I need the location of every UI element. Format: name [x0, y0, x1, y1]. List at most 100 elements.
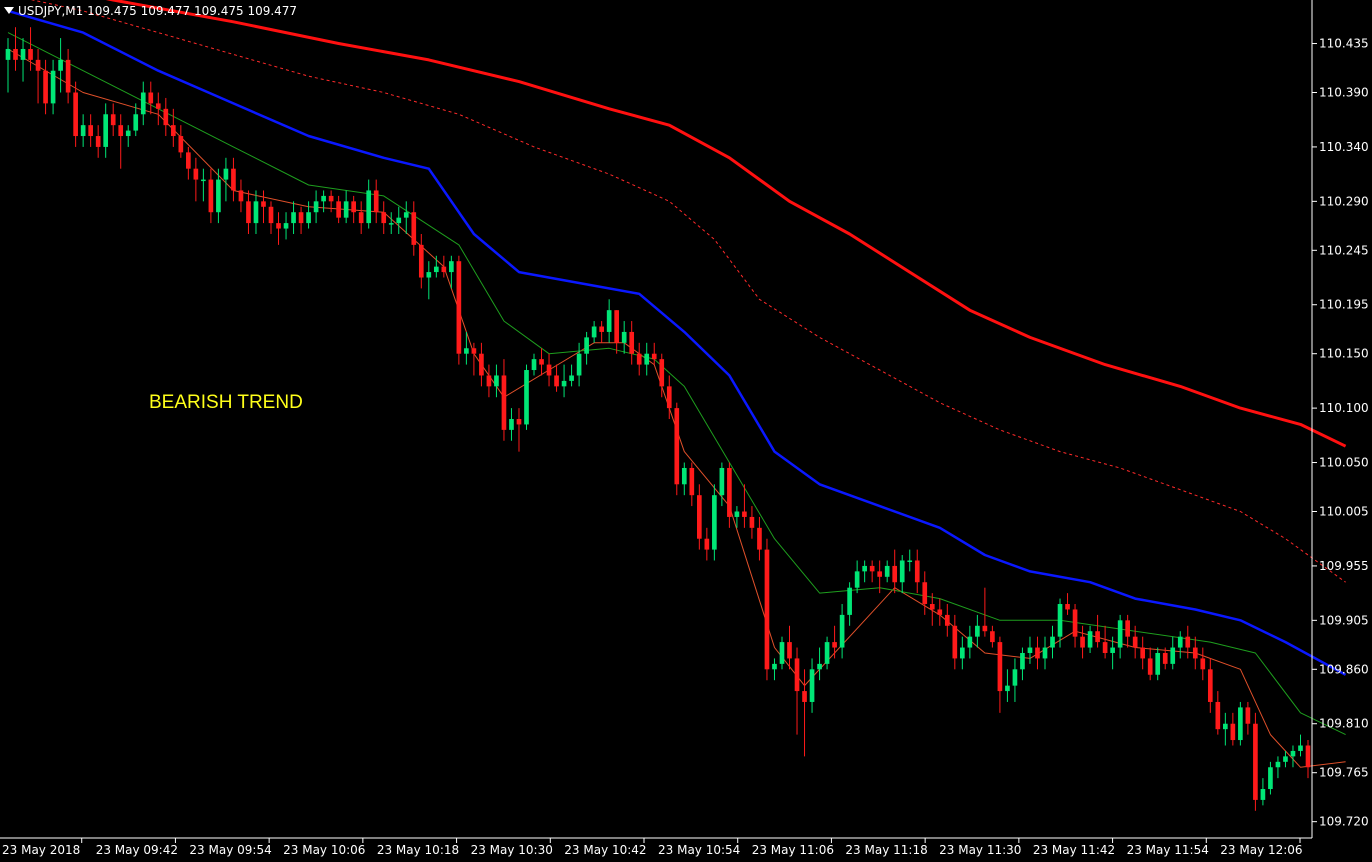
candle-body — [749, 516, 755, 528]
candle-body — [839, 614, 845, 648]
x-tick-label: 23 May 10:42 — [564, 843, 646, 857]
candle — [1012, 658, 1018, 702]
candle-body — [1170, 647, 1176, 664]
x-tick-label: 23 May 11:18 — [845, 843, 927, 857]
candle-body — [944, 614, 950, 626]
candle-body — [937, 609, 943, 615]
candle — [599, 321, 604, 343]
candle-body — [990, 631, 995, 643]
candle-body — [471, 348, 477, 354]
candle-body — [268, 206, 274, 224]
candle — [1147, 647, 1153, 681]
candle — [509, 408, 514, 441]
candle — [516, 408, 522, 452]
candle — [1117, 614, 1123, 659]
candle — [914, 549, 920, 594]
chart-header[interactable]: USDJPY,M1 109.475 109.477 109.475 109.47… — [4, 4, 297, 18]
candle — [1102, 625, 1108, 659]
price-chart[interactable]: 110.435 110.390 110.340 110.290 110.245 110.1… — [0, 0, 1372, 862]
candle-body — [223, 168, 229, 180]
candle-body — [118, 125, 124, 137]
candle — [1005, 669, 1010, 702]
candle-body — [982, 625, 988, 632]
candle — [1200, 647, 1206, 681]
candle — [772, 658, 777, 681]
candle — [148, 81, 154, 115]
candle-body — [651, 353, 657, 360]
candle — [546, 353, 552, 387]
candle — [1027, 636, 1033, 664]
candle-body — [170, 125, 176, 137]
candle-body — [516, 419, 522, 425]
y-tick-label: 109.860 — [1319, 662, 1369, 676]
candle-body — [253, 201, 259, 224]
candle-body — [546, 364, 552, 376]
candle-body — [636, 353, 642, 365]
y-tick-label: 109.765 — [1319, 766, 1369, 780]
x-tick-label: 23 May 2018 — [2, 843, 80, 857]
candle-body — [1253, 723, 1258, 800]
candle — [824, 636, 830, 670]
candle-body — [561, 380, 567, 387]
candle — [336, 195, 341, 224]
candle-body — [58, 59, 63, 71]
candle-body — [576, 353, 582, 376]
candle-body — [464, 348, 469, 354]
candle — [1268, 761, 1273, 795]
candle — [268, 201, 274, 234]
candle — [576, 342, 582, 387]
dropdown-triangle-icon[interactable] — [4, 7, 14, 14]
candle — [817, 647, 822, 681]
candle — [1290, 745, 1296, 768]
y-tick-label: 110.290 — [1319, 194, 1369, 208]
x-tick-label: 23 May 09:42 — [96, 843, 178, 857]
candle-body — [1110, 647, 1115, 653]
candle-body — [1192, 647, 1198, 659]
candle-body — [328, 195, 334, 202]
candle — [727, 462, 732, 528]
candle — [960, 636, 965, 670]
candle — [1192, 636, 1198, 670]
candle — [50, 59, 56, 115]
candle — [531, 353, 537, 376]
candle — [1305, 740, 1311, 779]
candle-body — [351, 201, 356, 213]
candle-body — [591, 326, 597, 338]
candle-body — [103, 114, 109, 147]
candle — [1072, 604, 1078, 648]
candle — [704, 527, 710, 561]
candle — [1087, 625, 1093, 653]
candle-body — [1290, 750, 1296, 757]
candle-body — [403, 212, 409, 218]
candle-body — [201, 179, 206, 182]
candle-body — [35, 59, 41, 71]
candle-body — [1102, 642, 1108, 653]
candle-body — [960, 647, 965, 659]
candle — [103, 103, 109, 158]
candle — [110, 103, 116, 137]
candle-body — [824, 642, 830, 664]
candle — [967, 625, 973, 659]
candle-body — [155, 103, 161, 109]
candle-body — [847, 587, 852, 615]
candle — [681, 462, 687, 496]
candle — [486, 364, 492, 398]
candle-body — [779, 642, 785, 664]
candle — [1230, 712, 1236, 746]
candle-body — [433, 266, 439, 273]
candle — [990, 625, 995, 648]
candle-body — [621, 331, 627, 343]
candle-body — [569, 375, 574, 381]
candle-body — [659, 359, 665, 387]
candle — [952, 614, 958, 670]
candle — [1155, 647, 1161, 681]
candle — [441, 255, 447, 278]
candle-body — [772, 663, 777, 670]
candle-body — [1140, 647, 1146, 659]
candle — [1185, 625, 1191, 659]
y-tick-label: 110.245 — [1319, 243, 1369, 257]
candle — [569, 364, 574, 387]
candle-body — [1087, 631, 1093, 648]
candle-body — [28, 48, 33, 60]
y-tick-label: 110.100 — [1319, 401, 1369, 415]
